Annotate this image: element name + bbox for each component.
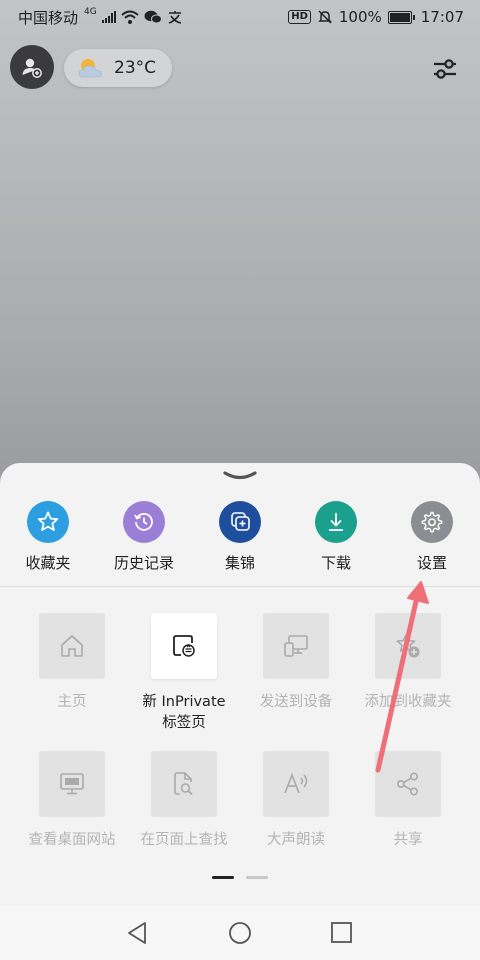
gear-icon <box>421 511 443 533</box>
read-aloud-icon <box>284 772 308 794</box>
find-on-page-tile <box>151 751 217 817</box>
wifi-icon <box>121 10 139 24</box>
settings-label: 设置 <box>416 554 447 572</box>
divider <box>0 586 480 587</box>
add-to-favorites-menu-item[interactable]: 添加到收藏夹 <box>352 613 464 713</box>
home-nav-icon[interactable] <box>225 918 255 948</box>
history-button[interactable]: 历史记录 <box>96 501 192 581</box>
carrier-label: 中国移动 <box>18 8 79 27</box>
add-to-favorites-label: 添加到收藏夹 <box>364 694 452 710</box>
weather-temperature: 23°C <box>114 58 157 78</box>
settings-button[interactable]: 设置 <box>384 501 480 581</box>
find-on-page-icon <box>174 772 193 796</box>
weather-widget[interactable]: 23°C <box>64 49 173 87</box>
page-settings-tune-icon[interactable] <box>428 52 462 86</box>
add-to-favorites-tile <box>375 613 441 679</box>
send-to-device-icon <box>284 635 308 657</box>
app-notification-icon <box>168 11 181 24</box>
battery-percent: 100% <box>338 8 382 26</box>
mute-bell-icon <box>318 10 332 24</box>
star-icon <box>37 511 59 531</box>
desktop-site-icon <box>60 773 84 795</box>
downloads-icon-circle <box>315 501 357 543</box>
desktop-site-tile <box>39 751 105 817</box>
downloads-button[interactable]: 下载 <box>288 501 384 581</box>
collections-label: 集锦 <box>224 554 255 572</box>
page-indicator-inactive[interactable] <box>246 876 268 879</box>
profile-icon <box>22 58 42 78</box>
favorites-button[interactable]: 收藏夹 <box>0 501 96 581</box>
home-tile <box>39 613 105 679</box>
share-label: 共享 <box>393 832 423 848</box>
quick-actions-row: 收藏夹 历史记录 集锦 下载 设置 <box>0 501 480 583</box>
home-label: 主页 <box>57 694 87 710</box>
favorites-icon-circle <box>27 501 69 543</box>
inprivate-tab-label: 新 InPrivate 标签页 <box>128 692 240 734</box>
downloads-label: 下载 <box>320 554 351 572</box>
sheet-collapse-handle[interactable] <box>220 469 260 483</box>
share-menu-item[interactable]: 共享 <box>352 751 464 851</box>
top-bar: 23°C <box>0 44 480 92</box>
send-to-device-label: 发送到设备 <box>259 694 333 710</box>
inprivate-tab-label-line2: 标签页 <box>162 715 206 731</box>
find-on-page-label: 在页面上查找 <box>140 832 228 848</box>
page-indicator <box>0 876 480 880</box>
profile-button[interactable] <box>10 45 54 89</box>
send-to-device-tile <box>263 613 329 679</box>
read-aloud-tile <box>263 751 329 817</box>
inprivate-tab-tile <box>151 613 217 679</box>
inprivate-tab-icon <box>173 635 195 657</box>
send-to-device-menu-item[interactable]: 发送到设备 <box>240 613 352 713</box>
read-aloud-menu-item[interactable]: 大声朗读 <box>240 751 352 851</box>
clock: 17:07 <box>420 8 464 26</box>
settings-icon-circle <box>411 501 453 543</box>
history-icon <box>134 513 153 531</box>
home-icon <box>61 635 83 657</box>
signal-icon <box>101 11 116 23</box>
desktop-site-menu-item[interactable]: 查看桌面网站 <box>16 751 128 851</box>
add-favorite-icon <box>396 634 420 658</box>
collections-icon-circle <box>219 501 261 543</box>
inprivate-tab-label-line1: 新 InPrivate <box>142 694 226 710</box>
recents-nav-icon[interactable] <box>327 918 357 948</box>
history-label: 历史记录 <box>113 554 174 572</box>
page-indicator-active[interactable] <box>212 876 234 879</box>
collections-icon <box>231 512 250 531</box>
find-on-page-menu-item[interactable]: 在页面上查找 <box>128 751 240 851</box>
share-tile <box>375 751 441 817</box>
bottom-menu-sheet: 收藏夹 历史记录 集锦 下载 设置 主页 新 InPrivate 标签页 发送到… <box>0 463 480 960</box>
read-aloud-label: 大声朗读 <box>267 832 325 848</box>
history-icon-circle <box>123 501 165 543</box>
battery-icon <box>387 10 415 24</box>
home-menu-item[interactable]: 主页 <box>16 613 128 713</box>
network-type: 4G <box>84 7 97 17</box>
hd-badge: HD <box>288 10 311 24</box>
wechat-icon <box>144 10 162 24</box>
system-nav-bar <box>0 906 480 960</box>
collections-button[interactable]: 集锦 <box>192 501 288 581</box>
partly-cloudy-icon <box>78 59 102 78</box>
download-icon <box>329 513 343 531</box>
share-icon <box>396 772 418 796</box>
status-bar: 中国移动 4G HD 100% 17:07 <box>0 0 480 34</box>
favorites-label: 收藏夹 <box>25 554 71 572</box>
inprivate-tab-menu-item[interactable]: 新 InPrivate 标签页 <box>128 613 240 734</box>
desktop-site-label: 查看桌面网站 <box>28 832 116 848</box>
back-nav-icon[interactable] <box>123 918 153 948</box>
